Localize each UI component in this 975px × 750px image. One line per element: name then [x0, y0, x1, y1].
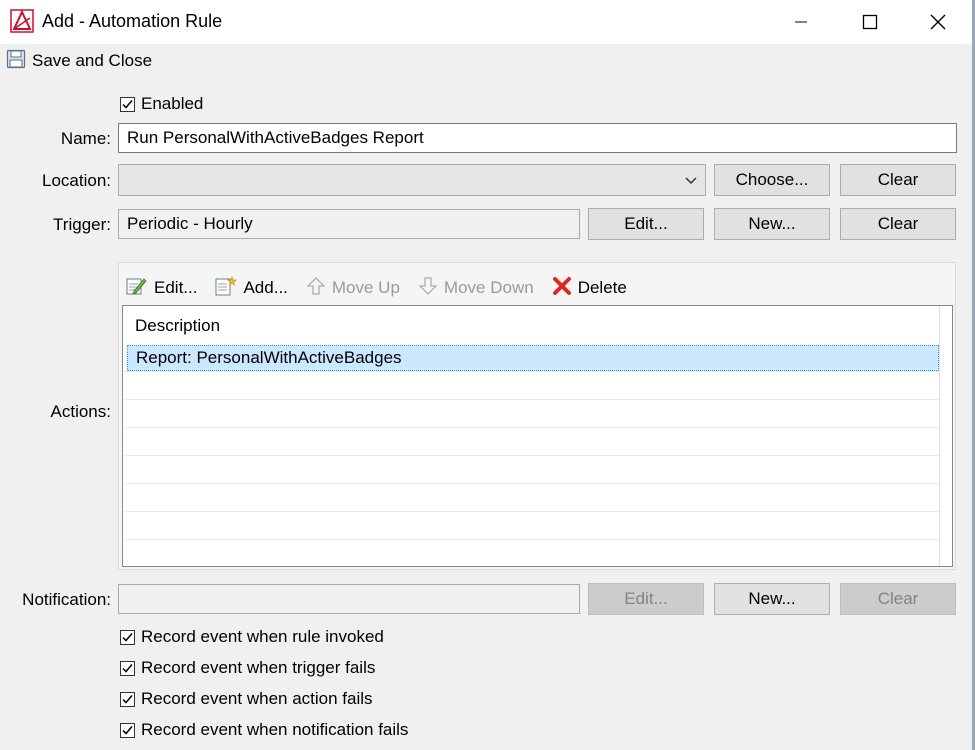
action-delete-label: Delete [577, 278, 627, 297]
notification-edit-button[interactable]: Edit... [588, 583, 704, 615]
trigger-edit-button[interactable]: Edit... [588, 208, 704, 240]
chevron-down-icon [684, 172, 698, 192]
table-row[interactable] [125, 372, 940, 400]
action-edit-button[interactable]: Edit... [126, 276, 197, 301]
checkbox-checked-icon [120, 691, 135, 707]
save-and-close-button[interactable]: Save and Close [6, 49, 153, 74]
actions-grid[interactable]: Description Report: PersonalWithActiveBa… [122, 305, 953, 567]
close-button[interactable] [915, 0, 961, 44]
actions-label: Actions: [50, 402, 111, 421]
record-rule-invoked-label: Record event when rule invoked [141, 627, 384, 646]
checkbox-checked-icon [120, 660, 135, 676]
name-field[interactable]: Run PersonalWithActiveBadges Report [118, 123, 957, 153]
action-delete-button[interactable]: Delete [552, 276, 627, 301]
record-trigger-fails-label: Record event when trigger fails [141, 658, 376, 677]
record-action-fails-checkbox[interactable]: Record event when action fails [120, 689, 373, 709]
record-trigger-fails-checkbox[interactable]: Record event when trigger fails [120, 658, 375, 678]
table-row[interactable] [125, 428, 940, 456]
location-dropdown[interactable] [118, 164, 706, 196]
add-document-icon [215, 275, 238, 301]
actions-toolbar: Edit... Add... Move Up Move Down Delete [126, 275, 645, 301]
record-notification-fails-checkbox[interactable]: Record event when notification fails [120, 720, 408, 740]
notification-field[interactable] [118, 584, 580, 614]
table-row[interactable] [125, 400, 940, 428]
maximize-button[interactable] [847, 0, 893, 44]
trigger-clear-button[interactable]: Clear [840, 208, 956, 240]
record-rule-invoked-checkbox[interactable]: Record event when rule invoked [120, 627, 384, 647]
window-title: Add - Automation Rule [42, 11, 223, 31]
trigger-label: Trigger: [53, 215, 111, 234]
record-action-fails-label: Record event when action fails [141, 689, 373, 708]
action-add-button[interactable]: Add... [215, 275, 288, 301]
action-move-up-button[interactable]: Move Up [306, 276, 400, 301]
floppy-disk-icon [6, 49, 26, 74]
table-row[interactable] [125, 456, 940, 484]
table-row[interactable] [125, 512, 940, 540]
checkbox-checked-icon [120, 629, 135, 645]
action-add-label: Add... [243, 278, 288, 297]
edit-pencil-icon [126, 276, 148, 301]
notification-clear-button[interactable]: Clear [840, 583, 956, 615]
name-label: Name: [60, 129, 111, 148]
location-label: Location: [42, 171, 111, 190]
checkbox-checked-icon [120, 722, 135, 738]
notification-label: Notification: [22, 590, 111, 609]
record-notification-fails-label: Record event when notification fails [141, 720, 409, 739]
arrow-up-icon [306, 276, 326, 301]
action-move-up-label: Move Up [331, 278, 400, 297]
trigger-field[interactable]: Periodic - Hourly [118, 209, 580, 239]
checkbox-checked-icon [120, 96, 135, 112]
minimize-button[interactable] [778, 0, 824, 44]
action-move-down-label: Move Down [443, 278, 534, 297]
action-edit-label: Edit... [154, 278, 198, 297]
delete-x-icon [552, 276, 572, 301]
location-choose-button[interactable]: Choose... [714, 164, 830, 196]
app-icon [10, 9, 34, 33]
save-and-close-label: Save and Close [32, 51, 153, 70]
notification-new-button[interactable]: New... [714, 583, 830, 615]
table-row[interactable] [125, 484, 940, 512]
enabled-checkbox[interactable]: Enabled [120, 94, 203, 114]
grid-divider [939, 306, 940, 566]
selected-action-row[interactable]: Report: PersonalWithActiveBadges [127, 345, 939, 371]
action-move-down-button[interactable]: Move Down [418, 276, 534, 301]
column-header-description[interactable]: Description [135, 316, 220, 336]
arrow-down-icon [418, 276, 438, 301]
trigger-new-button[interactable]: New... [714, 208, 830, 240]
enabled-label: Enabled [141, 94, 204, 113]
location-clear-button[interactable]: Clear [840, 164, 956, 196]
